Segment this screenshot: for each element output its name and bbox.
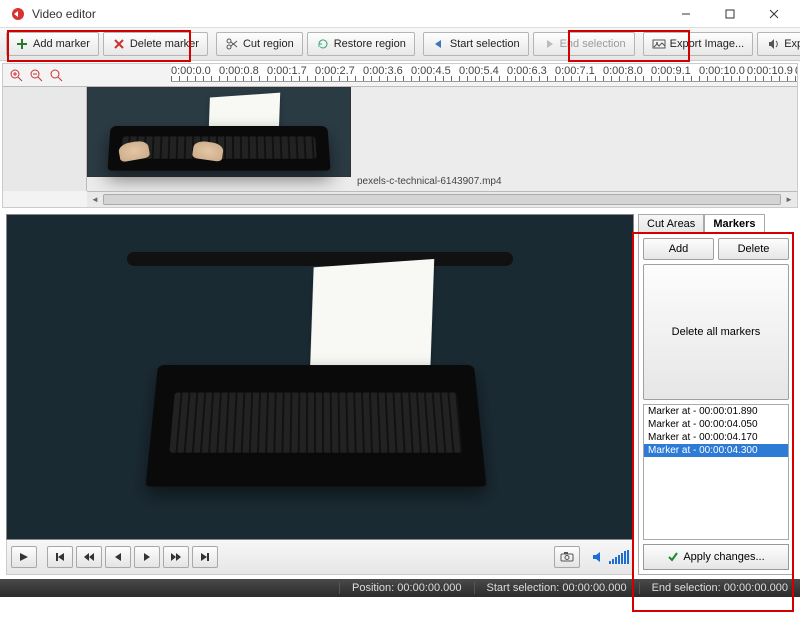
ruler-label: 0:00:3.6 <box>363 65 403 77</box>
ruler-label: 0:00:7.1 <box>555 65 595 77</box>
export-audio-icon <box>766 37 780 51</box>
side-panel: Cut Areas Markers Add Delete Delete all … <box>638 214 794 575</box>
apply-changes-button[interactable]: Apply changes... <box>643 544 789 570</box>
marker-item[interactable]: Marker at - 00:00:01.890 <box>644 405 788 418</box>
end-selection-button[interactable]: End selection <box>533 32 635 56</box>
status-bar: Position: 00:00:00.000 Start selection: … <box>0 579 800 597</box>
clip-filename: pexels-c-technical-6143907.mp4 <box>357 176 502 187</box>
maximize-button[interactable] <box>708 1 752 27</box>
add-marker-label: Add marker <box>33 38 90 50</box>
start-selection-label: Start selection <box>450 38 520 50</box>
panel-add-button[interactable]: Add <box>643 238 714 260</box>
start-selection-icon <box>432 37 446 51</box>
goto-start-button[interactable] <box>47 546 73 568</box>
volume-icon[interactable] <box>592 551 606 563</box>
ruler-label: 0:00:0.0 <box>171 65 211 77</box>
minimize-button[interactable] <box>664 1 708 27</box>
check-icon <box>667 551 679 563</box>
zoom-out-icon[interactable] <box>27 66 45 84</box>
ruler-label: 0:00:8.0 <box>603 65 643 77</box>
track-gutter <box>3 87 87 191</box>
play-button[interactable] <box>11 546 37 568</box>
window-title: Video editor <box>32 7 664 21</box>
end-selection-label: End selection <box>560 38 626 50</box>
marker-item[interactable]: Marker at - 00:00:04.050 <box>644 418 788 431</box>
rewind-button[interactable] <box>76 546 102 568</box>
status-start-label: Start selection: <box>487 582 560 594</box>
export-audio-button[interactable]: Export Audio... <box>757 32 800 56</box>
ruler-label: 0:00:0.8 <box>219 65 259 77</box>
timeline-scrollbar[interactable] <box>87 191 797 207</box>
goto-end-button[interactable] <box>192 546 218 568</box>
delete-marker-button[interactable]: Delete marker <box>103 32 208 56</box>
titlebar: Video editor <box>0 0 800 28</box>
scissors-icon <box>225 37 239 51</box>
preview-pane <box>6 214 634 575</box>
ruler-label: 0:00:11.8 <box>795 65 797 77</box>
status-position-label: Position: <box>352 582 394 594</box>
volume-level[interactable] <box>609 550 629 564</box>
end-selection-icon <box>542 37 556 51</box>
video-track[interactable]: pexels-c-technical-6143907.mp4 <box>87 87 797 191</box>
video-clip[interactable] <box>87 87 351 177</box>
export-image-icon <box>652 37 666 51</box>
status-position-value: 00:00:00.000 <box>397 582 461 594</box>
panel-delete-all-button[interactable]: Delete all markers <box>643 264 789 400</box>
tab-markers[interactable]: Markers <box>704 214 764 234</box>
status-end-value: 00:00:00.000 <box>724 582 788 594</box>
restore-icon <box>316 37 330 51</box>
ruler-label: 0:00:10.0 <box>699 65 745 77</box>
status-end-label: End selection: <box>652 582 721 594</box>
timeline: 0:00:0.0 0:00:0.8 0:00:1.7 0:00:2.7 0:00:3.6… <box>2 63 798 208</box>
delete-marker-label: Delete marker <box>130 38 199 50</box>
export-image-button[interactable]: Export Image... <box>643 32 754 56</box>
fast-forward-button[interactable] <box>163 546 189 568</box>
ruler-label: 0:00:5.4 <box>459 65 499 77</box>
cut-region-button[interactable]: Cut region <box>216 32 303 56</box>
delete-marker-icon <box>112 37 126 51</box>
ruler-label: 0:00:10.9 <box>747 65 793 77</box>
timeline-ruler[interactable]: 0:00:0.0 0:00:0.8 0:00:1.7 0:00:2.7 0:00:3.6… <box>171 64 797 82</box>
toolbar: Add marker Delete marker Cut region Rest… <box>0 28 800 61</box>
add-marker-icon <box>15 37 29 51</box>
cut-region-label: Cut region <box>243 38 294 50</box>
start-selection-button[interactable]: Start selection <box>423 32 529 56</box>
zoom-in-icon[interactable] <box>7 66 25 84</box>
preview-image <box>110 247 530 507</box>
marker-list[interactable]: Marker at - 00:00:01.890Marker at - 00:0… <box>643 404 789 540</box>
tab-cut-areas[interactable]: Cut Areas <box>638 214 704 234</box>
video-preview[interactable] <box>6 214 634 540</box>
marker-item[interactable]: Marker at - 00:00:04.170 <box>644 431 788 444</box>
timeline-zoom-tools <box>3 64 87 86</box>
apply-changes-label: Apply changes... <box>683 551 764 563</box>
snapshot-button[interactable] <box>554 546 580 568</box>
export-image-label: Export Image... <box>670 38 745 50</box>
add-marker-button[interactable]: Add marker <box>6 32 99 56</box>
app-icon <box>10 6 26 22</box>
ruler-label: 0:00:1.7 <box>267 65 307 77</box>
ruler-label: 0:00:2.7 <box>315 65 355 77</box>
restore-region-label: Restore region <box>334 38 406 50</box>
step-back-button[interactable] <box>105 546 131 568</box>
close-button[interactable] <box>752 1 796 27</box>
step-forward-button[interactable] <box>134 546 160 568</box>
ruler-label: 0:00:6.3 <box>507 65 547 77</box>
ruler-label: 0:00:4.5 <box>411 65 451 77</box>
export-audio-label: Export Audio... <box>784 38 800 50</box>
playback-controls <box>6 540 634 575</box>
marker-item[interactable]: Marker at - 00:00:04.300 <box>644 444 788 457</box>
zoom-fit-icon[interactable] <box>47 66 65 84</box>
restore-region-button[interactable]: Restore region <box>307 32 415 56</box>
status-start-value: 00:00:00.000 <box>562 582 626 594</box>
panel-delete-button[interactable]: Delete <box>718 238 789 260</box>
ruler-label: 0:00:9.1 <box>651 65 691 77</box>
